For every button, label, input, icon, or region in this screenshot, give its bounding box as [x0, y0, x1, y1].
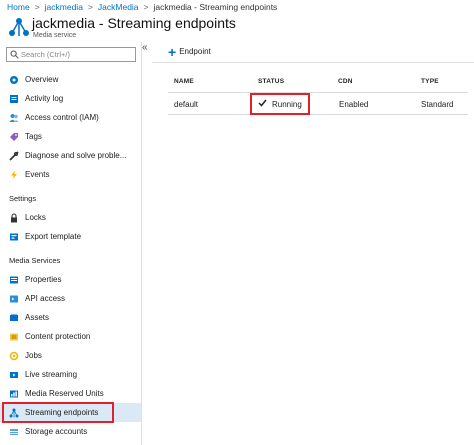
sidebar-item-label: Assets — [25, 313, 50, 322]
sidebar-item-storage-accounts[interactable]: Storage accounts — [0, 422, 141, 441]
checkmark-icon — [258, 99, 267, 109]
breadcrumb: Home > jackmedia > JackMedia > jackmedia… — [0, 0, 474, 14]
sidebar-item-label: API access — [25, 294, 66, 303]
sidebar-item-label: Media Reserved Units — [25, 389, 104, 398]
breadcrumb-separator: > — [34, 2, 40, 12]
api-access-icon — [9, 294, 19, 304]
section-heading-settings: Settings — [9, 194, 37, 203]
sidebar-item-content-protection[interactable]: Content protection — [0, 327, 141, 346]
sidebar-item-label: Tags — [25, 132, 42, 141]
breadcrumb-home[interactable]: Home — [7, 2, 30, 12]
sidebar-item-api-access[interactable]: API access — [0, 289, 141, 308]
command-bar: + Endpoint — [152, 42, 474, 63]
export-template-icon — [9, 232, 19, 242]
add-endpoint-button[interactable]: + Endpoint — [168, 44, 211, 59]
sidebar-item-assets[interactable]: Assets — [0, 308, 141, 327]
sidebar-item-label: Diagnose and solve proble... — [25, 151, 127, 160]
breadcrumb-current: jackmedia - Streaming endpoints — [153, 2, 278, 12]
page-header: jackmedia - Streaming endpoints Media se… — [0, 14, 474, 42]
plus-icon: + — [168, 43, 177, 60]
sidebar-item-label: Activity log — [25, 94, 64, 103]
sidebar-item-label: Locks — [25, 213, 46, 222]
sidebar-item-export-template[interactable]: Export template — [0, 227, 141, 246]
search-icon — [7, 48, 21, 61]
breadcrumb-separator: > — [87, 2, 93, 12]
page-subtitle: Media service — [33, 32, 77, 39]
users-icon — [9, 113, 19, 123]
column-header-name[interactable]: NAME — [174, 78, 194, 85]
sidebar-item-label: Jobs — [25, 351, 42, 360]
status-text: Running — [272, 99, 302, 109]
breadcrumb-resource-group[interactable]: jackmedia — [45, 2, 83, 12]
storage-accounts-icon — [9, 427, 19, 437]
jobs-icon — [9, 351, 19, 361]
sidebar-item-label: Properties — [25, 275, 62, 284]
cell-name[interactable]: default — [174, 94, 198, 114]
properties-icon — [9, 275, 19, 285]
lock-icon — [9, 212, 19, 223]
sidebar-item-locks[interactable]: Locks — [0, 208, 141, 227]
breadcrumb-media-service[interactable]: JackMedia — [98, 2, 139, 12]
section-heading-media-services: Media Services — [9, 256, 61, 265]
sidebar-item-access-control[interactable]: Access control (IAM) — [0, 108, 141, 127]
assets-icon — [9, 313, 19, 323]
sidebar-item-tags[interactable]: Tags — [0, 127, 141, 146]
highlight-box — [2, 402, 114, 423]
column-header-cdn[interactable]: CDN — [338, 78, 353, 85]
sidebar-item-label: Access control (IAM) — [25, 113, 99, 122]
search-input[interactable] — [21, 50, 129, 59]
sidebar-item-activity-log[interactable]: Activity log — [0, 89, 141, 108]
sidebar-item-label: Export template — [25, 232, 82, 241]
breadcrumb-separator: > — [143, 2, 149, 12]
add-endpoint-label: Endpoint — [179, 47, 211, 56]
sidebar-item-media-reserved-units[interactable]: Media Reserved Units — [0, 384, 141, 403]
status-badge: Running — [250, 93, 310, 115]
sidebar-item-label: Content protection — [25, 332, 91, 341]
sidebar-item-jobs[interactable]: Jobs — [0, 346, 141, 365]
wrench-icon — [9, 150, 19, 161]
content-protection-icon — [9, 332, 19, 342]
collapse-sidebar-button[interactable]: « — [142, 42, 150, 53]
sidebar-item-events[interactable]: Events — [0, 165, 141, 184]
sidebar-item-live-streaming[interactable]: Live streaming — [0, 365, 141, 384]
sidebar-item-label: Events — [25, 170, 50, 179]
column-header-status[interactable]: STATUS — [258, 78, 284, 85]
sidebar-item-properties[interactable]: Properties — [0, 270, 141, 289]
sidebar-item-diagnose[interactable]: Diagnose and solve proble... — [0, 146, 141, 165]
tag-icon — [9, 132, 19, 142]
reserved-units-icon — [9, 389, 19, 399]
page-title: jackmedia - Streaming endpoints — [32, 15, 236, 31]
sidebar: Overview Activity log Access control (IA… — [0, 42, 142, 445]
sidebar-item-overview[interactable]: Overview — [0, 70, 141, 89]
column-header-type[interactable]: TYPE — [421, 78, 439, 85]
lightning-icon — [9, 170, 19, 180]
sidebar-item-label: Live streaming — [25, 370, 78, 379]
cell-cdn: Enabled — [339, 99, 369, 109]
main-content: + Endpoint NAME STATUS CDN TYPE default … — [152, 42, 474, 445]
sidebar-item-label: Storage accounts — [25, 427, 88, 436]
search-box[interactable] — [6, 47, 136, 62]
activity-log-icon — [9, 94, 19, 104]
cell-type: Standard — [421, 99, 454, 109]
streaming-endpoint-icon — [8, 16, 30, 38]
overview-icon — [9, 75, 19, 85]
sidebar-item-label: Overview — [25, 75, 59, 84]
live-streaming-icon — [9, 370, 19, 380]
